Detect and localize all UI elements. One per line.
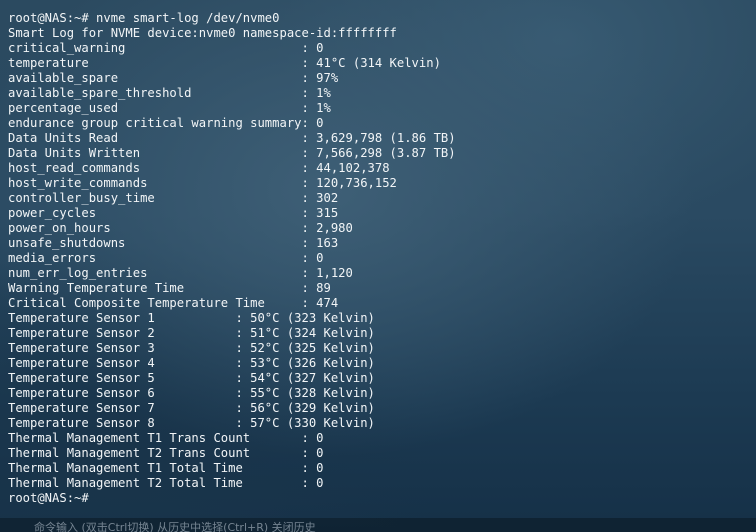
terminal-line-thermal-t1-total-time: Thermal Management T1 Total Time : 0 [8,461,324,475]
command-input-bar[interactable]: 命令输入 (双击Ctrl切换) 从历史中选择(Ctrl+R) 关闭历史 [0,518,756,532]
terminal-line-temperature-sensor-4: Temperature Sensor 4 : 53°C (326 Kelvin) [8,356,375,370]
terminal-output[interactable]: root@NAS:~# nvme smart-log /dev/nvme0 Sm… [0,0,756,520]
command-input-hint: 命令输入 (双击Ctrl切换) 从历史中选择(Ctrl+R) 关闭历史 [34,521,316,532]
terminal-line-thermal-t1-trans-count: Thermal Management T1 Trans Count : 0 [8,431,324,445]
terminal-prompt[interactable]: root@NAS:~# [8,491,756,506]
terminal-line-data-units-read: Data Units Read : 3,629,798 (1.86 TB) [8,131,456,145]
terminal-line-temperature-sensor-7: Temperature Sensor 7 : 56°C (329 Kelvin) [8,401,375,415]
terminal-line-temperature-sensor-5: Temperature Sensor 5 : 54°C (327 Kelvin) [8,371,375,385]
terminal-line-available-spare-threshold: available_spare_threshold : 1% [8,86,331,100]
terminal-line-temperature-sensor-2: Temperature Sensor 2 : 51°C (324 Kelvin) [8,326,375,340]
terminal-line-command: root@NAS:~# nvme smart-log /dev/nvme0 [8,11,280,25]
terminal-line-num-err-log-entries: num_err_log_entries : 1,120 [8,266,353,280]
terminal-line-thermal-t2-total-time: Thermal Management T2 Total Time : 0 [8,476,324,490]
terminal-line-warning-temperature-time: Warning Temperature Time : 89 [8,281,331,295]
terminal-line-temperature-sensor-1: Temperature Sensor 1 : 50°C (323 Kelvin) [8,311,375,325]
terminal-line-header: Smart Log for NVME device:nvme0 namespac… [8,26,397,40]
terminal-line-controller-busy-time: controller_busy_time : 302 [8,191,339,205]
terminal-line-power-on-hours: power_on_hours : 2,980 [8,221,353,235]
terminal-line-temperature-sensor-3: Temperature Sensor 3 : 52°C (325 Kelvin) [8,341,375,355]
terminal-line-endurance-group: endurance group critical warning summary… [8,116,324,130]
terminal-line-available-spare: available_spare : 97% [8,71,339,85]
terminal-line-power-cycles: power_cycles : 315 [8,206,339,220]
terminal-line-data-units-written: Data Units Written : 7,566,298 (3.87 TB) [8,146,456,160]
terminal-line-host-read-commands: host_read_commands : 44,102,378 [8,161,390,175]
terminal-line-unsafe-shutdowns: unsafe_shutdowns : 163 [8,236,339,250]
terminal-line-temperature-sensor-6: Temperature Sensor 6 : 55°C (328 Kelvin) [8,386,375,400]
terminal-line-temperature: temperature : 41°C (314 Kelvin) [8,56,441,70]
terminal-line-thermal-t2-trans-count: Thermal Management T2 Trans Count : 0 [8,446,324,460]
terminal-line-host-write-commands: host_write_commands : 120,736,152 [8,176,397,190]
terminal-line-percentage-used: percentage_used : 1% [8,101,331,115]
terminal-line-temperature-sensor-8: Temperature Sensor 8 : 57°C (330 Kelvin) [8,416,375,430]
terminal-line-media-errors: media_errors : 0 [8,251,324,265]
terminal-line-critical-composite-temperature-time: Critical Composite Temperature Time : 47… [8,296,339,310]
terminal-line-critical-warning: critical_warning : 0 [8,41,324,55]
